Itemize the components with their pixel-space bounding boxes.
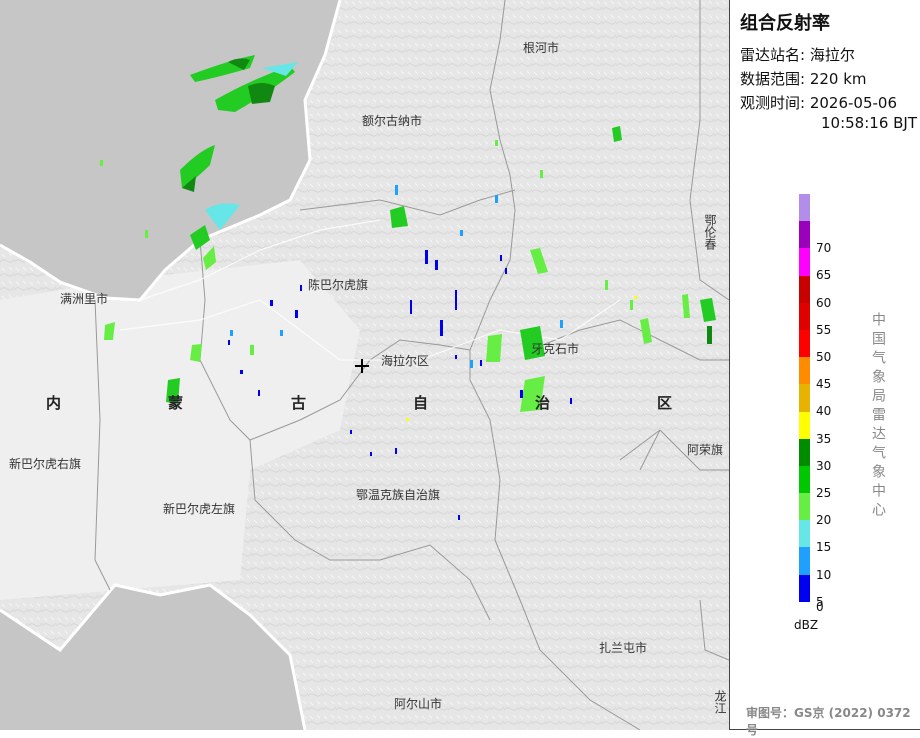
time-clock: 10:58:16 BJT [821, 114, 918, 132]
legend-swatch [799, 302, 810, 330]
city-label: 扎兰屯市 [599, 641, 648, 655]
legend-tick-label: 60 [816, 295, 832, 310]
edge-label: 龙江 [713, 690, 727, 714]
legend-swatch [799, 194, 810, 222]
edge-label: 鄂伦春 [703, 214, 717, 250]
city-label: 新巴尔虎右旗 [9, 457, 82, 471]
legend-tick-label: 55 [816, 322, 832, 337]
range-row: 数据范围: 220 km [740, 68, 867, 89]
city-label: 根河市 [523, 41, 560, 55]
time-date: 2026-05-06 [809, 94, 898, 112]
city-label: 新巴尔虎左旗 [163, 502, 236, 516]
legend-tick-label: 35 [816, 431, 832, 446]
legend-swatch [799, 248, 810, 276]
city-label: 阿尔山市 [394, 697, 443, 711]
region-label-char: 区 [657, 394, 673, 412]
city-label: 满洲里市 [60, 292, 109, 306]
region-label-char: 自 [413, 394, 429, 412]
approval-number: 审图号：GS京 (2022) 0372号 [746, 706, 911, 737]
city-label: 阿荣旗 [687, 443, 724, 457]
legend-tick-label: 15 [816, 540, 832, 555]
legend-tick-label: 50 [816, 350, 832, 364]
legend-tick-label: 0 [816, 600, 824, 614]
legend-tick-label: 65 [816, 268, 832, 283]
station-value: 海拉尔 [809, 46, 855, 64]
legend-unit: dBZ [794, 618, 819, 632]
time-row: 观测时间: 2026-05-06 [740, 92, 897, 113]
station-label: 雷达站名: [740, 46, 806, 64]
legend-swatch [799, 465, 810, 494]
vendor-label: 中国气象局雷达气象中心 [870, 312, 886, 521]
city-label: 牙克石市 [531, 342, 580, 356]
legend-tick-label: 70 [816, 241, 832, 256]
legend-tick-label: 40 [816, 404, 832, 419]
city-label: 海拉尔区 [381, 354, 430, 368]
product-title: 组合反射率 [740, 13, 830, 34]
legend-tick-label: 10 [816, 567, 832, 582]
range-label: 数据范围: [740, 70, 806, 88]
legend-swatch [799, 520, 810, 548]
legend-swatch [799, 411, 810, 439]
city-label: 额尔古纳市 [362, 114, 423, 128]
color-legend [799, 194, 810, 602]
legend-tick-label: 25 [816, 486, 832, 500]
legend-tick-label: 20 [816, 513, 832, 528]
legend-swatch [799, 221, 810, 249]
region-label-char: 古 [291, 394, 307, 412]
legend-swatch [799, 329, 810, 358]
legend-swatch [799, 384, 810, 412]
time-label: 观测时间: [740, 94, 806, 112]
city-label: 陈巴尔虎旗 [308, 278, 369, 292]
legend-swatch [799, 357, 810, 385]
info-panel: 组合反射率 雷达站名: 海拉尔 数据范围: 220 km 观测时间: 2026-… [729, 0, 920, 737]
city-label: 鄂温克族自治旗 [356, 488, 441, 502]
region-label-char: 内 [46, 394, 62, 412]
legend-swatch [799, 547, 810, 575]
station-row: 雷达站名: 海拉尔 [740, 44, 855, 65]
legend-swatch [799, 275, 810, 303]
legend-tick-label: 45 [816, 377, 832, 392]
legend-swatch [799, 574, 810, 602]
legend-tick-label: 30 [816, 458, 832, 473]
legend-swatch [799, 438, 810, 466]
legend-swatch [799, 493, 810, 521]
range-value: 220 km [809, 70, 867, 88]
radar-map[interactable]: 根河市 额尔古纳市 陈巴尔虎旗 满洲里市 海拉尔区 牙克石市 新巴尔虎右旗 新巴… [0, 0, 729, 730]
region-label-char: 治 [535, 394, 551, 412]
map-canvas [0, 0, 729, 730]
region-label-char: 蒙 [168, 394, 184, 412]
